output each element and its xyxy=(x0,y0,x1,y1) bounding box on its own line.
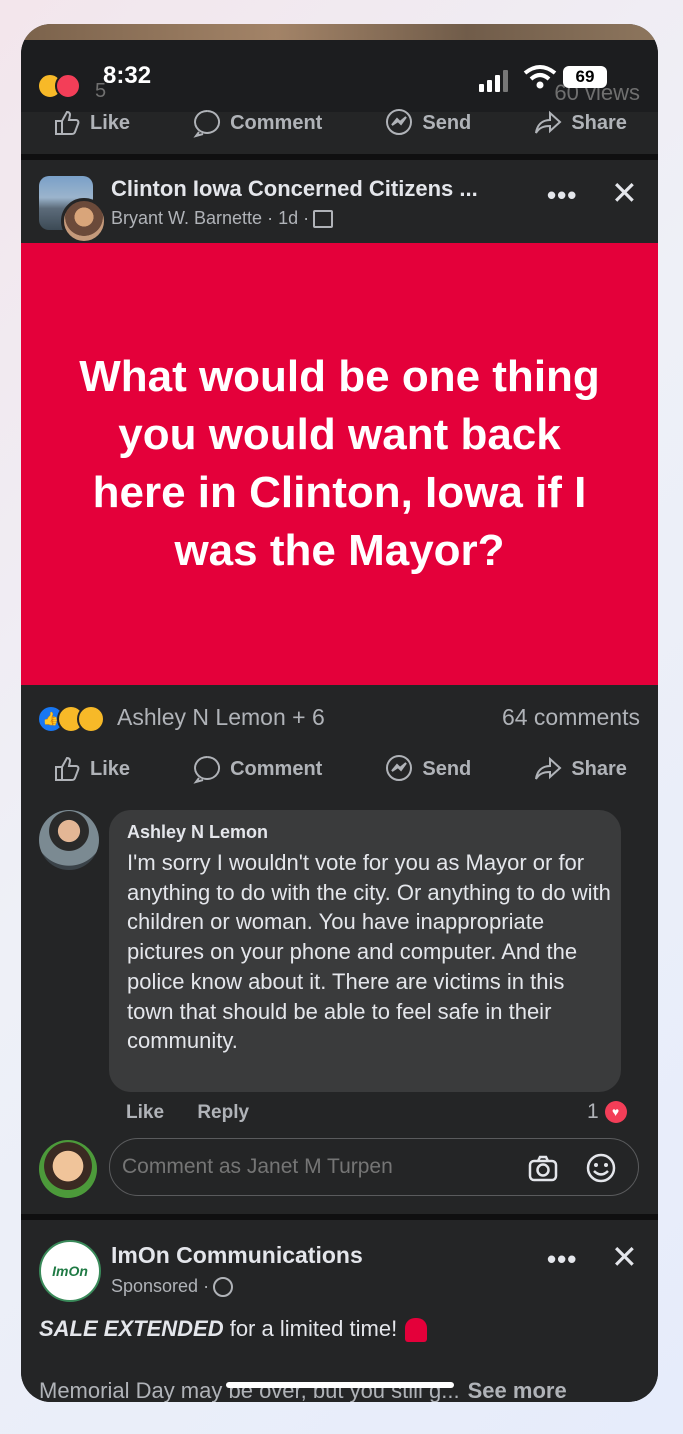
post-like-button[interactable]: Like xyxy=(52,754,130,784)
siren-icon xyxy=(405,1318,428,1343)
close-icon[interactable]: ✕ xyxy=(611,174,638,212)
ad-close-icon[interactable]: ✕ xyxy=(611,1238,638,1276)
ad-headline-bold: SALE EXTENDED xyxy=(39,1316,224,1341)
share-arrow-icon xyxy=(535,756,562,780)
comment-input[interactable] xyxy=(109,1138,639,1196)
wifi-icon xyxy=(523,65,557,89)
send-button[interactable]: Send xyxy=(384,108,471,138)
ad-headline-rest: for a limited time! xyxy=(223,1316,398,1341)
share-label: Share xyxy=(571,111,627,134)
post-header: Clinton Iowa Concerned Citizens ... Brya… xyxy=(21,160,658,244)
like-button[interactable]: Like xyxy=(52,108,130,138)
emoji-icon[interactable] xyxy=(585,1152,617,1184)
messenger-icon xyxy=(386,755,413,781)
comment-bubble[interactable]: Ashley N Lemon I'm sorry I wouldn't vote… xyxy=(109,810,621,1092)
post-reactions-bar: 👍 Ashley N Lemon + 6 64 comments xyxy=(21,692,658,740)
comment-like-button[interactable]: Like xyxy=(126,1102,164,1123)
author-meta: Bryant W. Barnette · 1d · xyxy=(111,208,310,228)
post-send-button[interactable]: Send xyxy=(384,754,471,784)
group-audience-icon xyxy=(313,210,334,229)
heart-icon: ♥ xyxy=(604,1101,627,1124)
reactors-names[interactable]: Ashley N Lemon + 6 xyxy=(117,704,325,731)
thumbs-up-icon xyxy=(55,110,80,135)
comment-author[interactable]: Ashley N Lemon xyxy=(127,822,268,843)
video-background-strip xyxy=(21,24,658,40)
comment-composer xyxy=(21,1138,658,1200)
advertiser-name[interactable]: ImOn Communications xyxy=(111,1242,363,1269)
comment-bubble-icon xyxy=(193,756,221,784)
comment-text: I'm sorry I wouldn't vote for you as May… xyxy=(127,850,611,1054)
ad-headline: SALE EXTENDED for a limited time! xyxy=(39,1316,428,1343)
post-action-bar: Like Comment Send Share xyxy=(21,738,658,800)
group-avatar[interactable] xyxy=(39,176,107,244)
post-share-label: Share xyxy=(571,757,627,780)
comment-reply-button[interactable]: Reply xyxy=(197,1102,249,1123)
cellular-signal-icon xyxy=(479,70,508,92)
comment-likes-number: 1 xyxy=(587,1100,599,1123)
wow-reaction-icon xyxy=(77,704,105,733)
clock: 8:32 xyxy=(103,62,152,89)
post-meta: Bryant W. Barnette · 1d · xyxy=(111,208,334,229)
post-share-button[interactable]: Share xyxy=(533,754,627,784)
post-text-card[interactable]: What would be one thing you would want b… xyxy=(21,243,658,685)
post-comment-label: Comment xyxy=(230,757,323,780)
phone-screen: 5 8:32 60 views 69 Like Comment Send Sha… xyxy=(21,24,658,1402)
comments-count[interactable]: 64 comments xyxy=(502,704,640,731)
group-name[interactable]: Clinton Iowa Concerned Citizens ... xyxy=(111,176,478,202)
send-label: Send xyxy=(422,111,472,134)
comment-button[interactable]: Comment xyxy=(192,108,322,138)
advertiser-logo[interactable]: ImOn xyxy=(39,1240,101,1302)
comment-actions: Like Reply xyxy=(126,1102,277,1124)
camera-icon[interactable] xyxy=(527,1152,559,1184)
globe-icon xyxy=(213,1277,234,1298)
post-card-text: What would be one thing you would want b… xyxy=(79,352,600,575)
sponsored-post: ImOn ImOn Communications Sponsored · •••… xyxy=(21,1222,658,1402)
post-like-label: Like xyxy=(90,757,131,780)
ad-more-options-icon[interactable]: ••• xyxy=(547,1244,577,1275)
messenger-icon xyxy=(386,109,413,135)
author-avatar xyxy=(61,198,107,244)
comment-label: Comment xyxy=(230,111,323,134)
like-label: Like xyxy=(90,111,131,134)
share-button[interactable]: Share xyxy=(533,108,627,138)
commenter-avatar[interactable] xyxy=(39,810,99,870)
home-indicator[interactable] xyxy=(226,1382,454,1388)
share-arrow-icon xyxy=(535,110,562,134)
thumbs-up-icon xyxy=(55,756,80,781)
see-more-link[interactable]: See more xyxy=(468,1378,567,1402)
reaction-icons[interactable]: 👍 xyxy=(37,704,105,733)
post-comment-button[interactable]: Comment xyxy=(192,754,322,784)
comment-like-count[interactable]: 1 ♥ xyxy=(587,1100,627,1124)
sponsored-text: Sponsored · xyxy=(111,1276,210,1296)
video-action-bar: Like Comment Send Share xyxy=(21,92,658,154)
more-options-icon[interactable]: ••• xyxy=(547,180,577,211)
battery-indicator: 69 xyxy=(563,66,607,88)
current-user-avatar xyxy=(39,1140,97,1198)
feed-separator xyxy=(21,1214,658,1220)
post-send-label: Send xyxy=(422,757,472,780)
comment-bubble-icon xyxy=(193,110,221,138)
sponsored-label: Sponsored · xyxy=(111,1276,234,1298)
